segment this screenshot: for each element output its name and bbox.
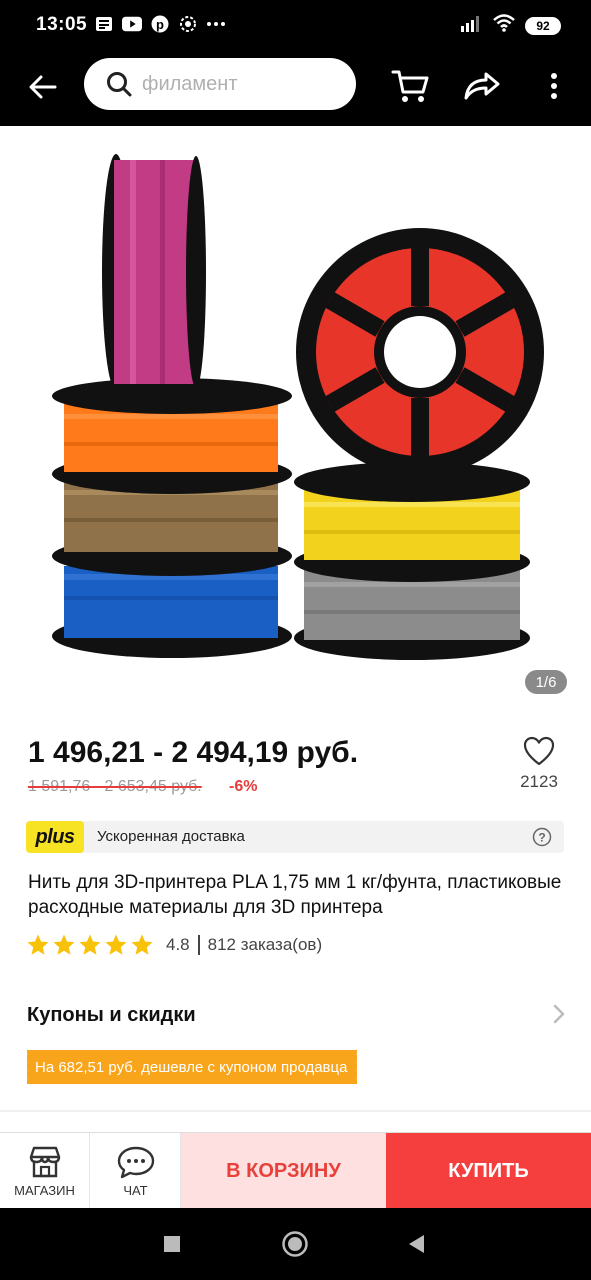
- star-icon: [27, 934, 49, 955]
- discount-badge: -6%: [229, 778, 258, 795]
- rating-separator: [197, 935, 200, 955]
- help-icon[interactable]: ?: [532, 827, 552, 847]
- star-icon: [131, 934, 153, 955]
- wishlist-button[interactable]: 2123: [516, 736, 562, 800]
- app-header: [0, 52, 591, 126]
- plus-delivery-text: Ускоренная доставка: [97, 828, 245, 845]
- image-counter: 1/6: [525, 670, 567, 694]
- battery-indicator: 92: [525, 16, 561, 35]
- overflow-menu-button[interactable]: [532, 64, 576, 108]
- buy-now-button[interactable]: КУПИТЬ: [386, 1133, 591, 1209]
- coupons-title: Купоны и скидки: [27, 1004, 196, 1026]
- status-bar: 13:05 p 92: [0, 0, 591, 52]
- star-rating: [26, 933, 154, 957]
- plus-logo: plus: [26, 821, 84, 853]
- share-icon: [464, 72, 500, 100]
- wifi-icon: [493, 14, 515, 37]
- notification-icons: p: [94, 14, 226, 34]
- rating-value: 4.8: [166, 935, 190, 954]
- triangle-back-icon: [409, 1235, 424, 1253]
- cart-icon: [391, 70, 429, 102]
- wishlist-count: 2123: [520, 772, 558, 791]
- home-button[interactable]: [281, 1230, 309, 1258]
- old-price: 1 591,76 - 2 653,45 руб.: [28, 778, 202, 795]
- search-input[interactable]: [142, 72, 332, 96]
- search-bar[interactable]: [84, 58, 356, 110]
- recents-button[interactable]: [158, 1230, 186, 1258]
- pinterest-icon: p: [150, 14, 170, 34]
- system-nav-bar: [0, 1208, 591, 1280]
- product-image-gallery[interactable]: 1/6: [0, 126, 591, 716]
- star-icon: [53, 934, 75, 955]
- plus-delivery-bar[interactable]: plus Ускоренная доставка ?: [26, 821, 564, 853]
- add-to-cart-button[interactable]: В КОРЗИНУ: [181, 1133, 386, 1209]
- share-button[interactable]: [460, 64, 504, 108]
- current-price: 1 496,21 - 2 494,19 руб.: [28, 736, 359, 769]
- svg-text:p: p: [156, 17, 164, 32]
- back-button[interactable]: [22, 66, 64, 108]
- status-right: 92: [461, 14, 561, 37]
- chat-label: ЧАТ: [123, 1182, 148, 1198]
- coupons-row[interactable]: Купоны и скидки: [0, 992, 591, 1036]
- chat-button[interactable]: ЧАТ: [91, 1133, 181, 1209]
- settings-badge-icon: [178, 14, 198, 34]
- chevron-right-icon: [553, 1004, 565, 1024]
- search-icon: [107, 72, 132, 97]
- filament-spools-image: [52, 154, 544, 660]
- more-dots-icon: [206, 14, 226, 34]
- system-back-button[interactable]: [402, 1230, 430, 1258]
- status-time: 13:05: [36, 14, 88, 35]
- section-divider: [0, 1110, 591, 1112]
- star-icon: [79, 934, 101, 955]
- seller-coupon-badge[interactable]: На 682,51 руб. дешевле с купоном продавц…: [23, 1050, 358, 1084]
- svg-text:?: ?: [538, 831, 545, 845]
- store-label: МАГАЗИН: [14, 1182, 75, 1198]
- store-button[interactable]: МАГАЗИН: [0, 1133, 90, 1209]
- recents-icon: [164, 1236, 180, 1252]
- rating-row[interactable]: 4.8 812 заказа(ов): [26, 933, 322, 957]
- orders-count: 812 заказа(ов): [207, 935, 323, 954]
- star-icon: [105, 934, 127, 955]
- heart-icon: [523, 736, 555, 766]
- store-icon: [29, 1146, 60, 1177]
- overflow-menu-icon: [551, 73, 557, 99]
- home-icon: [282, 1231, 308, 1257]
- youtube-icon: [122, 14, 142, 34]
- chat-icon: [117, 1146, 154, 1178]
- signal-icon: [461, 14, 483, 37]
- back-arrow-icon: [29, 75, 57, 99]
- product-title: Нить для 3D-принтера PLA 1,75 мм 1 кг/фу…: [28, 872, 562, 918]
- cart-button[interactable]: [388, 64, 432, 108]
- bottom-action-bar: МАГАЗИН ЧАТ В КОРЗИНУ КУПИТЬ: [0, 1132, 591, 1209]
- news-icon: [94, 14, 114, 34]
